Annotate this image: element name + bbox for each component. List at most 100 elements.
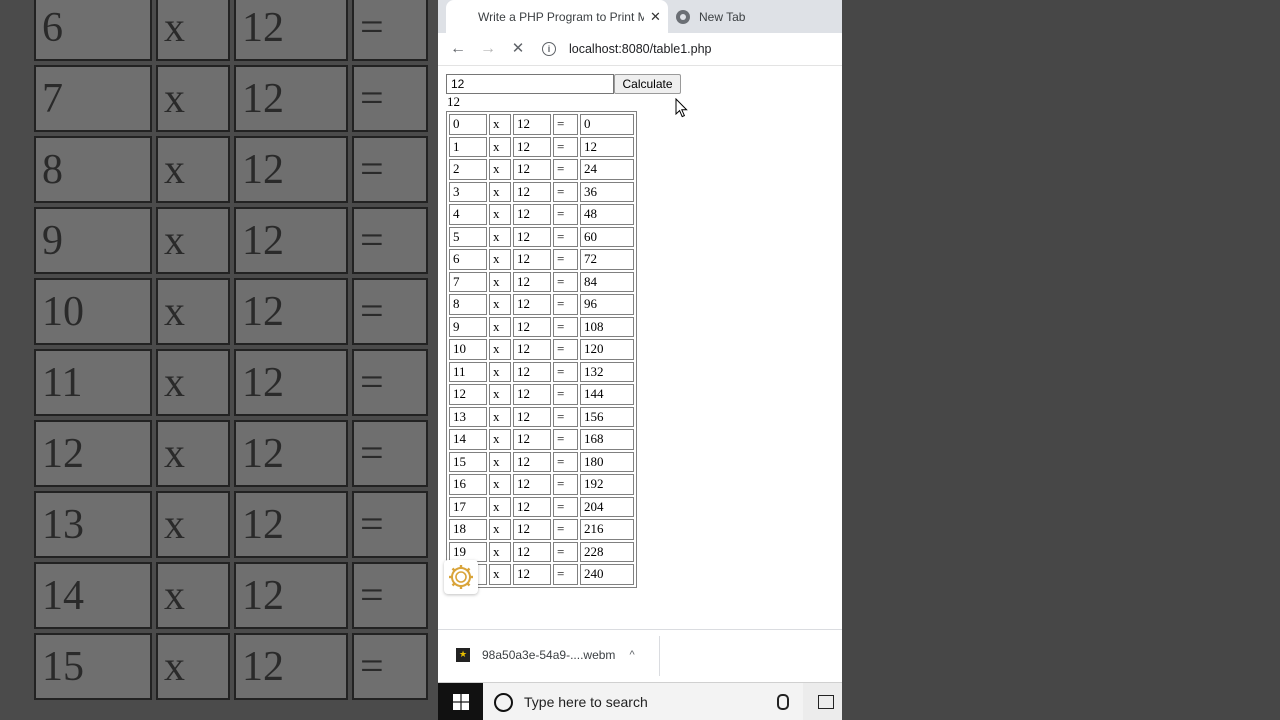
result-cell: 168: [580, 429, 634, 450]
chrome-icon: [676, 9, 690, 24]
address-bar[interactable]: i localhost:8080/table1.php: [542, 38, 842, 60]
tab-title: Write a PHP Program to Print Mu: [478, 9, 644, 24]
result-cell: 36: [580, 181, 634, 202]
operator-cell: x: [489, 384, 511, 405]
equals-cell: =: [553, 181, 578, 202]
multiplier-cell: 5: [449, 226, 487, 247]
settings-gear-icon[interactable]: [444, 560, 478, 594]
multiplicand-cell: 12: [513, 249, 551, 270]
table-row: 2 x 12 = 24: [449, 159, 634, 180]
tab-new[interactable]: New Tab: [676, 0, 836, 33]
background-row: 15 x 12 =: [34, 633, 428, 700]
multiplier-cell: 14: [449, 429, 487, 450]
number-input[interactable]: [446, 74, 614, 94]
equals-cell: =: [553, 564, 578, 585]
table-row: 17 x 12 = 204: [449, 496, 634, 517]
result-cell: 72: [580, 249, 634, 270]
background-cell: =: [352, 349, 428, 416]
background-cell: 12: [234, 491, 348, 558]
background-cell: =: [352, 278, 428, 345]
background-cell: x: [156, 65, 230, 132]
operator-cell: x: [489, 429, 511, 450]
operator-cell: x: [489, 226, 511, 247]
table-row: 7 x 12 = 84: [449, 271, 634, 292]
table-row: 1 x 12 = 12: [449, 136, 634, 157]
background-cell: 12: [234, 562, 348, 629]
background-cell: 12: [234, 278, 348, 345]
multiplicand-cell: 12: [513, 339, 551, 360]
equals-cell: =: [553, 136, 578, 157]
operator-cell: x: [489, 541, 511, 562]
background-cell: 14: [34, 562, 152, 629]
background-row: 13 x 12 =: [34, 491, 428, 558]
background-cell: 12: [34, 420, 152, 487]
equals-cell: =: [553, 496, 578, 517]
operator-cell: x: [489, 474, 511, 495]
operator-cell: x: [489, 339, 511, 360]
multiplicand-cell: 12: [513, 136, 551, 157]
background-row: 10 x 12 =: [34, 278, 428, 345]
background-cell: x: [156, 633, 230, 700]
operator-cell: x: [489, 316, 511, 337]
operator-cell: x: [489, 406, 511, 427]
operator-cell: x: [489, 114, 511, 135]
background-row: 12 x 12 =: [34, 420, 428, 487]
background-cell: 12: [234, 633, 348, 700]
background-cell: x: [156, 562, 230, 629]
windows-logo-icon: [452, 694, 469, 710]
multiplier-cell: 19: [449, 541, 487, 562]
multiplier-cell: 2: [449, 159, 487, 180]
background-row: 14 x 12 =: [34, 562, 428, 629]
equals-cell: =: [553, 474, 578, 495]
operator-cell: x: [489, 249, 511, 270]
multiplier-cell: 6: [449, 249, 487, 270]
multiplicand-cell: 12: [513, 226, 551, 247]
equals-cell: =: [553, 316, 578, 337]
operator-cell: x: [489, 159, 511, 180]
search-placeholder: Type here to search: [524, 694, 648, 710]
multiplier-cell: 4: [449, 204, 487, 225]
background-cell: 12: [234, 349, 348, 416]
back-icon[interactable]: ←: [448, 39, 468, 59]
forward-icon[interactable]: →: [478, 39, 498, 59]
site-info-icon[interactable]: i: [542, 42, 556, 56]
microphone-icon[interactable]: [777, 694, 789, 710]
table-row: 12 x 12 = 144: [449, 384, 634, 405]
operator-cell: x: [489, 204, 511, 225]
multiplicand-cell: 12: [513, 429, 551, 450]
cortana-icon: [494, 692, 513, 712]
background-cell: =: [352, 562, 428, 629]
background-row: 7 x 12 =: [34, 65, 428, 132]
result-cell: 132: [580, 361, 634, 382]
task-view-icon[interactable]: [818, 695, 834, 709]
background-cell: 11: [34, 349, 152, 416]
multiplicand-cell: 12: [513, 361, 551, 382]
equals-cell: =: [553, 226, 578, 247]
tab-close-icon[interactable]: ✕: [650, 9, 661, 25]
tab-active[interactable]: Write a PHP Program to Print Mu ✕: [446, 0, 668, 33]
url-text[interactable]: localhost:8080/table1.php: [569, 42, 711, 56]
result-cell: 60: [580, 226, 634, 247]
calculate-button[interactable]: Calculate: [614, 74, 681, 94]
multiplicand-cell: 12: [513, 541, 551, 562]
stop-loading-icon[interactable]: ✕: [508, 39, 528, 59]
operator-cell: x: [489, 451, 511, 472]
equals-cell: =: [553, 406, 578, 427]
equals-cell: =: [553, 541, 578, 562]
result-cell: 24: [580, 159, 634, 180]
multiplicand-cell: 12: [513, 519, 551, 540]
operator-cell: x: [489, 361, 511, 382]
equals-cell: =: [553, 519, 578, 540]
windows-start-button[interactable]: [438, 683, 483, 720]
table-row: 14 x 12 = 168: [449, 429, 634, 450]
tab-title: New Tab: [699, 9, 746, 24]
download-bar: 98a50a3e-54a9-....webm ^: [438, 629, 842, 683]
background-cell: =: [352, 136, 428, 203]
multiplicand-cell: 12: [513, 564, 551, 585]
download-item[interactable]: 98a50a3e-54a9-....webm ^: [456, 648, 635, 662]
equals-cell: =: [553, 361, 578, 382]
multiplier-cell: 0: [449, 114, 487, 135]
chevron-up-icon[interactable]: ^: [629, 649, 634, 661]
taskbar-search[interactable]: Type here to search: [483, 683, 803, 720]
multiplicand-cell: 12: [513, 406, 551, 427]
